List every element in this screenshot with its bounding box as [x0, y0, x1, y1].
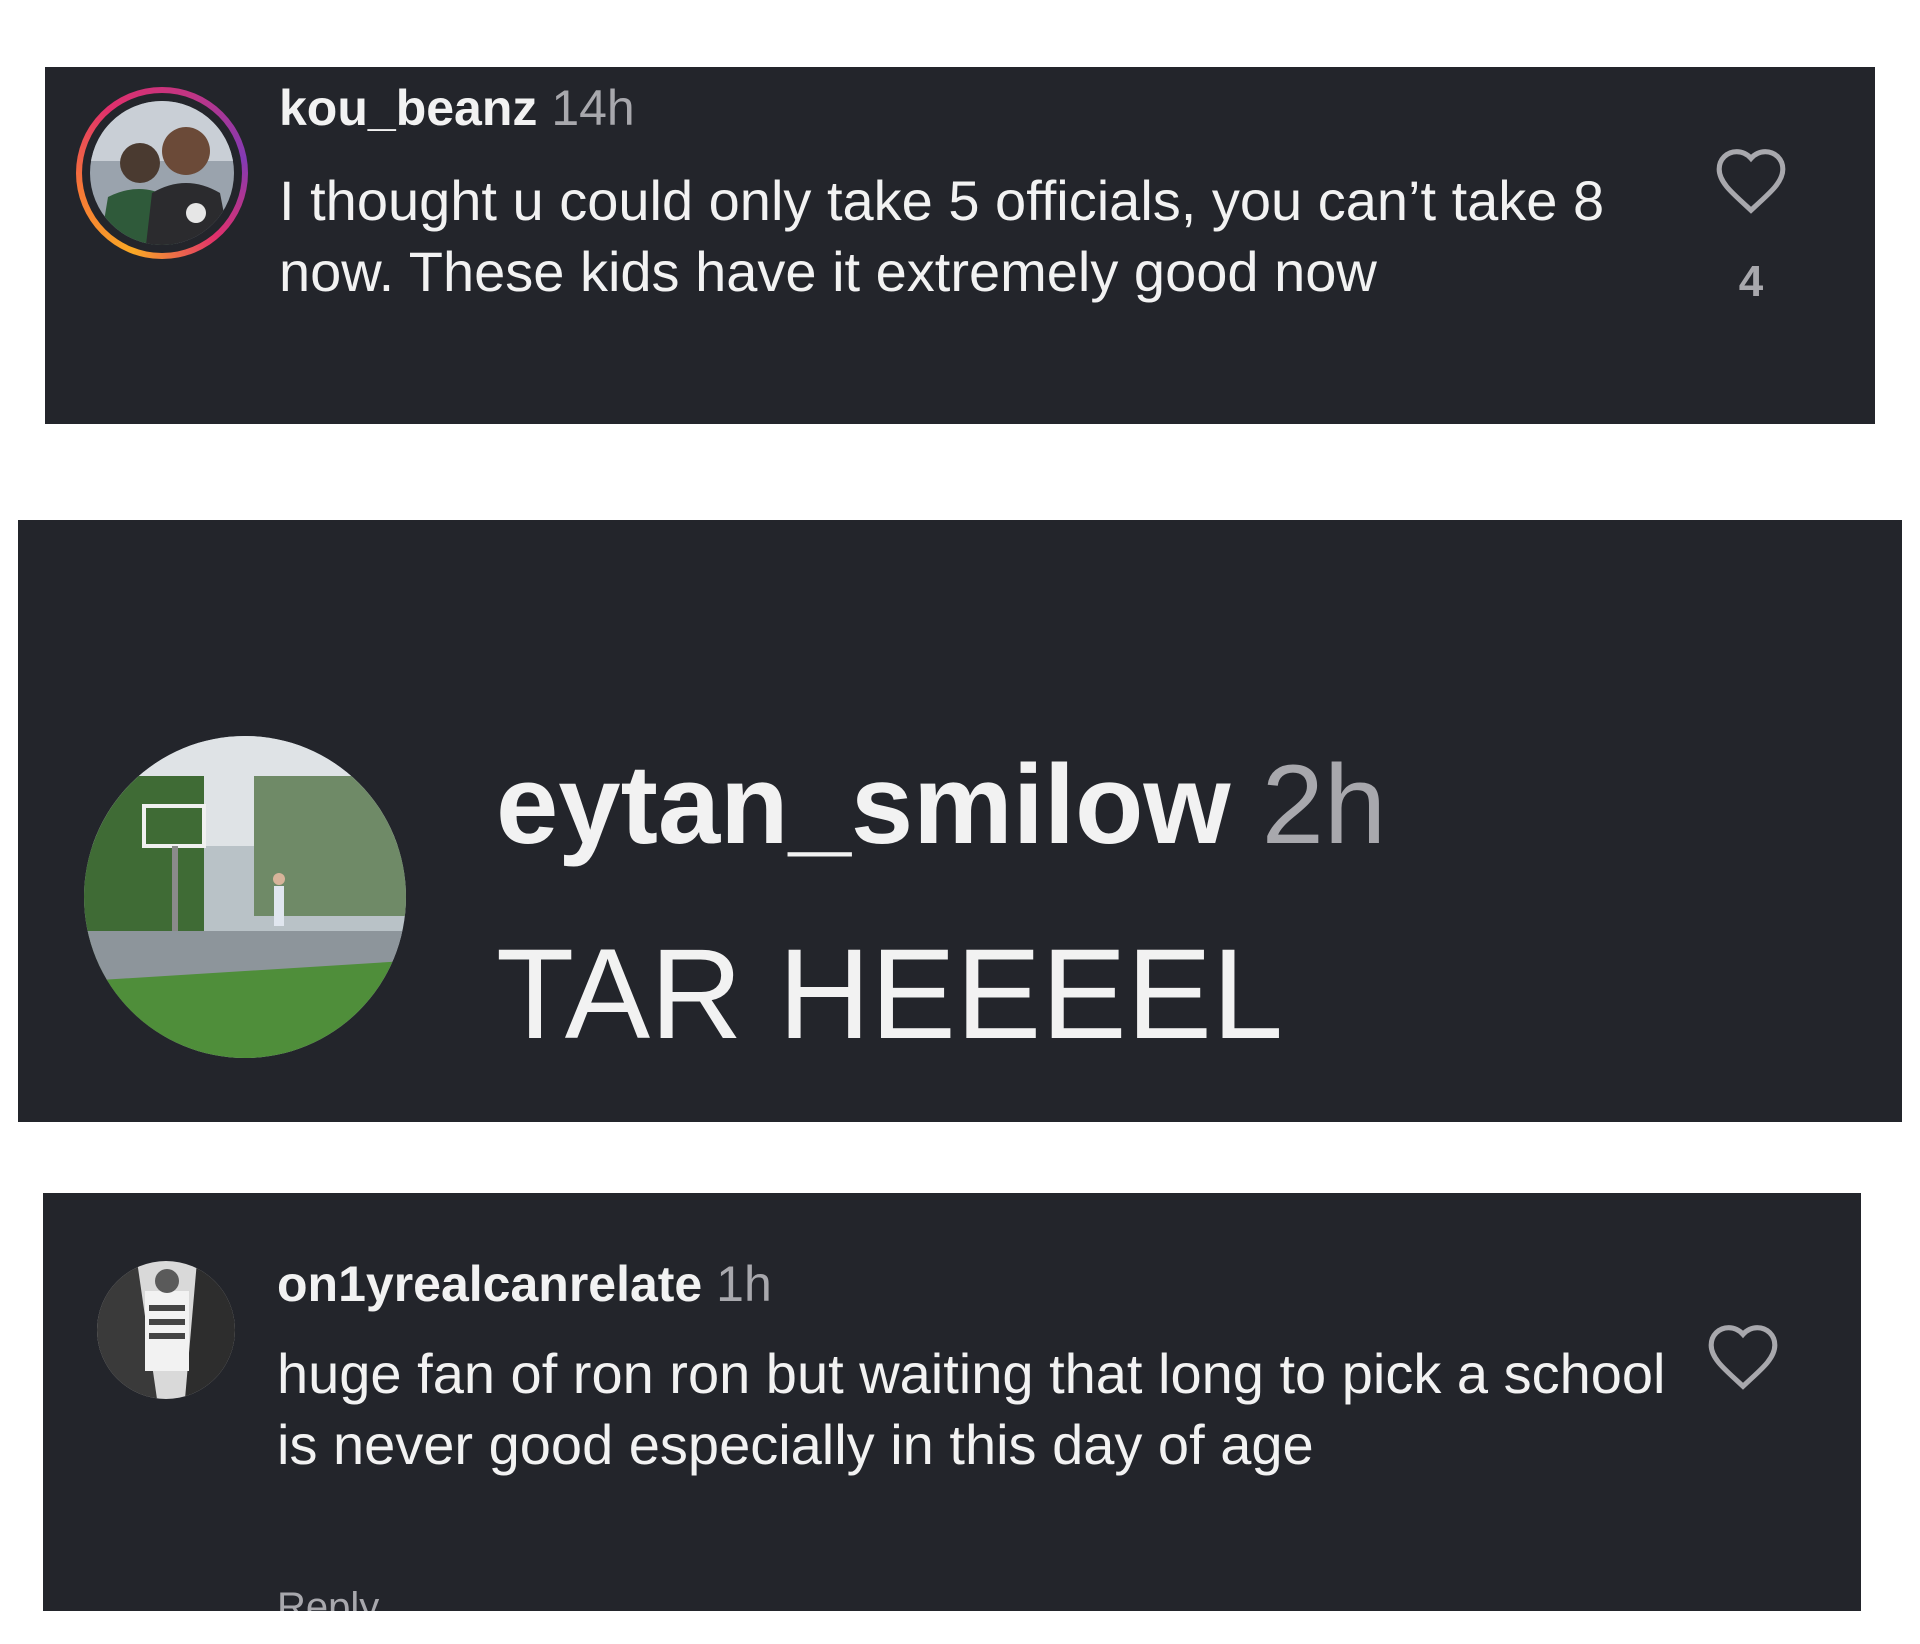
comment-header: kou_beanz 14h: [279, 79, 635, 137]
timestamp: 14h: [551, 80, 635, 136]
comment-header: on1yrealcanrelate 1h: [277, 1255, 772, 1313]
comment-card: kou_beanz 14h I thought u could only tak…: [45, 67, 1875, 424]
reply-button[interactable]: Reply: [277, 1585, 379, 1611]
username[interactable]: on1yrealcanrelate: [277, 1256, 702, 1312]
comment-card: eytan_smilow 2h TAR HEEEEL: [18, 520, 1902, 1122]
comment-text: I thought u could only take 5 officials,…: [279, 169, 1605, 303]
timestamp: 2h: [1261, 742, 1387, 867]
heart-icon[interactable]: [1712, 145, 1790, 220]
avatar[interactable]: [97, 1261, 235, 1399]
avatar[interactable]: [90, 101, 234, 245]
avatar[interactable]: [84, 736, 406, 1058]
timestamp: 1h: [716, 1256, 772, 1312]
comment-text: TAR HEEEEL: [496, 923, 1284, 1066]
like-count: 4: [1738, 257, 1764, 306]
comment-card: on1yrealcanrelate 1h huge fan of ron ron…: [43, 1193, 1861, 1611]
comment-header: eytan_smilow 2h: [496, 740, 1386, 869]
username[interactable]: kou_beanz: [279, 80, 537, 136]
heart-icon[interactable]: [1704, 1321, 1782, 1396]
story-ring[interactable]: [76, 87, 248, 259]
username[interactable]: eytan_smilow: [496, 742, 1231, 867]
comment-text: huge fan of ron ron but waiting that lon…: [277, 1342, 1666, 1476]
